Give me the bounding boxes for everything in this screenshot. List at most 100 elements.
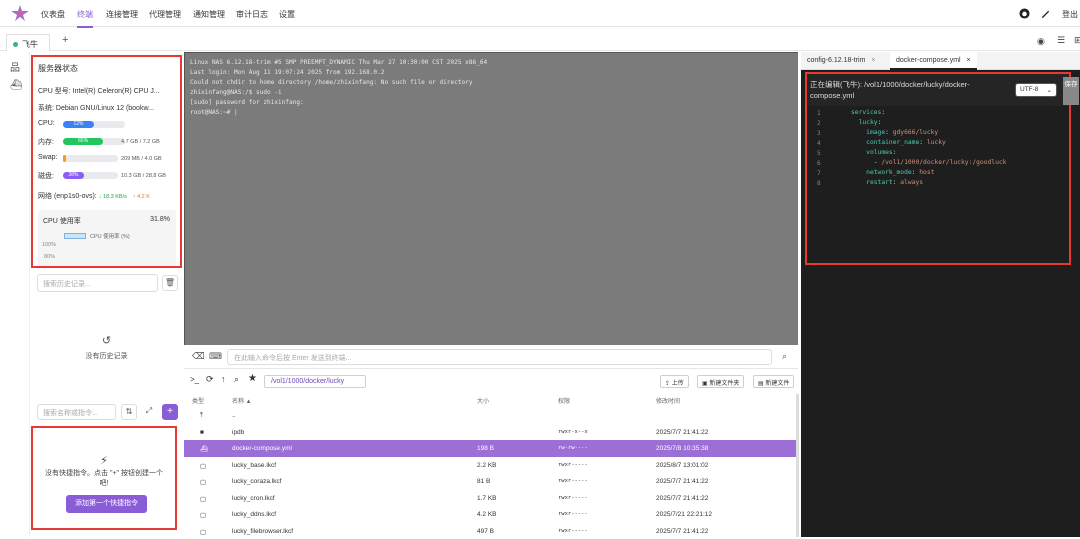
y-axis-80: 80% (44, 254, 55, 260)
code-editor[interactable]: 1services:2 lucky:3 image: gdy666/lucky4… (807, 108, 1069, 263)
star-icon[interactable]: ★ (248, 373, 257, 384)
new-file-button[interactable]: ▤ 新建文件 (753, 375, 794, 388)
status-title: 服务器状态 (38, 63, 78, 74)
file-icon: ▢ (200, 528, 206, 536)
cpu-model-row: CPU 型号: Intel(R) Celeron(R) CPU J... (38, 86, 160, 96)
file-icon: ▢ (200, 495, 206, 503)
nav-terminal[interactable]: 终端 (77, 9, 93, 28)
code-line: container_name: lucky (851, 139, 946, 146)
chart-legend: CPU 使用率 (%) (90, 232, 130, 240)
header-modified[interactable]: 修改时间 (656, 396, 680, 405)
line-number: 6 (817, 160, 821, 167)
editor-pane: config-6.12.18-trim × docker-compose.yml… (801, 52, 1080, 537)
eye-icon[interactable]: ◉ (1037, 36, 1045, 47)
docker-icon[interactable]: ⛴ (10, 80, 23, 91)
up-arrow-icon[interactable]: ↑ (221, 374, 226, 384)
file-row[interactable]: ▢lucky_cron.lkcf1.7 KBrwxr-----2025/7/7 … (184, 490, 796, 507)
file-size: 497 B (477, 528, 494, 535)
save-button[interactable]: 保存 (1063, 77, 1079, 105)
header-size[interactable]: 大小 (477, 396, 489, 405)
file-table-scrollbar[interactable] (796, 394, 799, 537)
header-type[interactable]: 类型 (192, 396, 204, 405)
file-row[interactable]: ⤒.. (184, 407, 796, 424)
folder-icon: ■ (200, 429, 204, 436)
file-size: 81 B (477, 478, 490, 485)
sitemap-icon[interactable]: 品 (10, 59, 20, 74)
file-path-bar: >_ ⟳ ↑ ⌕ ★ /vol1/1000/docker/lucky ⇪ 上传 … (184, 369, 798, 394)
command-input[interactable]: 在此输入命令后按 Enter 发送到终端... (227, 349, 772, 365)
session-tab-label: 飞牛 (22, 40, 38, 49)
session-tab-feiniu[interactable]: 飞牛 (6, 34, 50, 51)
keyboard-icon[interactable]: ⌨ (209, 351, 222, 362)
logout-button[interactable]: 登出 (1062, 9, 1078, 20)
nav-proxy[interactable]: 代理管理 (149, 9, 181, 20)
sort-icon[interactable]: ⇅ (121, 404, 137, 420)
history-empty-text: 没有历史记录 (86, 353, 128, 360)
eraser-icon[interactable]: ⌫ (192, 351, 205, 362)
header-name[interactable]: 名称 ▲ (232, 396, 252, 405)
file-permissions: rwxr-x--x (558, 429, 588, 435)
github-icon[interactable] (1019, 8, 1030, 19)
up-arrow-icon: ⤒ (200, 412, 203, 420)
code-line: volumes: (851, 149, 897, 156)
editor-tab-bar: config-6.12.18-trim × docker-compose.yml… (801, 52, 1080, 70)
swap-bar (63, 155, 118, 162)
upload-button[interactable]: ⇪ 上传 (660, 375, 689, 388)
new-folder-button[interactable]: ▣ 新建文件夹 (697, 375, 744, 388)
layout-icon[interactable]: ⊞ (1074, 35, 1080, 46)
file-row[interactable]: ▢lucky_ddns.lkcf4.2 KBrwxr-----2025/7/21… (184, 506, 796, 523)
editor-tab-config[interactable]: config-6.12.18-trim × (801, 52, 881, 70)
add-command-button[interactable]: + (162, 404, 178, 420)
code-line: network_mode: host (851, 169, 934, 176)
history-empty: ↺ 没有历史记录 (31, 334, 182, 361)
cpu-usage-chart: CPU 使用率 31.8% CPU 使用率 (%) 100% 80% (38, 210, 176, 268)
file-row[interactable]: ▢lucky_coraza.lkcf81 Brwxr-----2025/7/7 … (184, 473, 796, 490)
header-permissions[interactable]: 权限 (558, 396, 570, 405)
file-row[interactable]: ▢lucky_base.lkcf2.2 KBrwxr-----2025/8/7 … (184, 457, 796, 474)
code-line: image: gdy666/lucky (851, 129, 938, 136)
editor-tab-docker-compose[interactable]: docker-compose.yml × (890, 52, 977, 70)
file-name: lucky_cron.lkcf (232, 495, 275, 502)
file-permissions: rwxr----- (558, 528, 588, 534)
nav-dashboard[interactable]: 仪表盘 (41, 9, 65, 20)
cpu-bar-fill: 12% (63, 121, 94, 128)
close-icon: × (871, 57, 875, 64)
nav-connections[interactable]: 连接管理 (106, 9, 138, 20)
refresh-icon[interactable]: ⟳ (206, 374, 214, 385)
trash-icon[interactable]: 🗑 (162, 275, 178, 291)
line-number: 5 (817, 150, 821, 157)
nav-notifications[interactable]: 通知管理 (193, 9, 225, 20)
file-name: lucky_ddns.lkcf (232, 511, 276, 518)
history-search-input[interactable]: 搜索历史记录... (37, 274, 158, 292)
line-number: 4 (817, 140, 821, 147)
docker-icon: ⛴ (200, 445, 208, 453)
disk-value: 10.3 GB / 28.8 GB (121, 173, 166, 179)
path-input[interactable]: /vol1/1000/docker/lucky (264, 375, 366, 388)
code-line: lucky: (851, 119, 881, 126)
mem-bar: 65% (63, 138, 125, 145)
line-number: 8 (817, 180, 821, 187)
file-modified: 2025/7/7 21:41:22 (656, 429, 708, 436)
list-icon[interactable]: ☰ (1057, 35, 1065, 46)
swap-value: 209 MB / 4.0 GB (121, 156, 162, 162)
expand-icon[interactable]: ⤢ (141, 404, 157, 420)
encoding-select[interactable]: UTF-8 ⌄ (1015, 83, 1057, 97)
code-line: services: (851, 109, 885, 116)
add-first-command-button[interactable]: 添加第一个快捷指令 (66, 495, 147, 513)
app-logo-icon[interactable] (10, 4, 30, 22)
terminal-output[interactable]: Linux NAS 6.12.18-trim #5 SMP PREEMPT_DY… (184, 52, 798, 345)
nav-audit-log[interactable]: 审计日志 (236, 9, 268, 20)
file-name: ipdb (232, 429, 244, 436)
file-row[interactable]: ⛴docker-compose.yml198 Brw-rw----2025/7/… (184, 440, 796, 457)
file-row[interactable]: ■ ipdb rwxr-x--x 2025/7/7 21:41:22 (184, 424, 796, 441)
brush-icon[interactable] (1040, 8, 1051, 19)
cpu-bar: 12% (63, 121, 125, 128)
file-size: 4.2 KB (477, 511, 497, 518)
add-session-button[interactable]: + (62, 34, 68, 46)
nav-settings[interactable]: 设置 (279, 9, 295, 20)
terminal-prompt-icon[interactable]: >_ (190, 375, 199, 384)
search-icon[interactable]: ⌕ (782, 351, 787, 362)
command-input-bar: ⌫ ⌨ 在此输入命令后按 Enter 发送到终端... ⌕ (184, 345, 798, 369)
search-files-icon[interactable]: ⌕ (234, 374, 239, 385)
command-search-input[interactable]: 搜索名称或指令... (37, 404, 116, 420)
